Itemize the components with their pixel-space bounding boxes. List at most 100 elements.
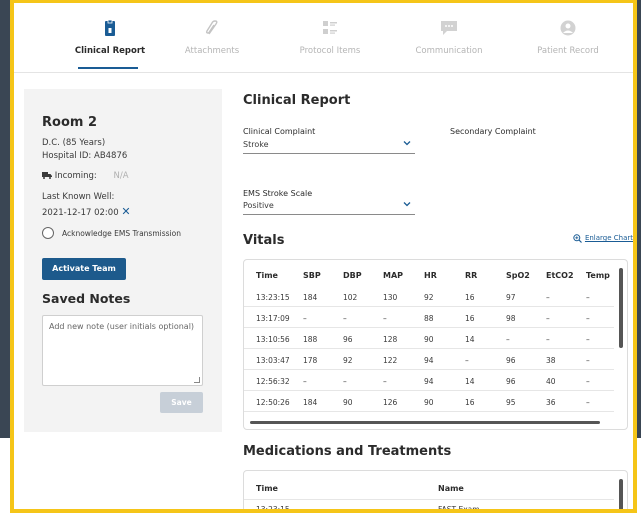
notes-textarea[interactable]: Add new note (user initials optional) [42,315,203,386]
app-frame: Clinical Report Attachments Protocol Ite… [10,0,637,513]
table-row: 12:56:32 – – – 94 14 96 40 – [244,371,614,391]
enlarge-chart-label: Enlarge Chart [584,234,633,242]
resize-handle[interactable] [194,377,200,383]
notes-placeholder: Add new note (user initials optional) [49,322,195,331]
table-cell: – [586,398,590,407]
table-cell: 90 [424,335,434,344]
clinical-report-title: Clinical Report [243,93,351,108]
table-cell: – [303,314,307,323]
column-header: Temp [586,271,610,280]
enlarge-chart-link[interactable]: Enlarge Chart [573,234,633,243]
last-known-well-row: 2021-12-17 02:00 ✕ [42,205,131,218]
table-cell: 92 [343,356,353,365]
active-tab-indicator [78,67,138,69]
ems-scale-label: EMS Stroke Scale [243,189,313,198]
column-header: SpO2 [506,271,530,280]
clipboard-icon [105,20,115,36]
table-cell: 126 [383,398,398,407]
vitals-table: Time SBP DBP MAP HR RR SpO2 EtCO2 Temp 1… [243,259,628,430]
table-cell: – [303,377,307,386]
paperclip-icon [205,20,218,35]
complaint-value: Stroke [243,140,269,149]
table-cell: 16 [465,398,475,407]
table-cell: 12:56:32 [256,377,290,386]
table-cell: 14 [465,377,475,386]
vertical-scrollbar[interactable] [619,268,623,348]
column-header: HR [424,271,437,280]
table-cell: 88 [424,314,434,323]
table-row: 13:17:09 – – – 88 16 98 – – [244,308,614,328]
incoming-value: N/A [113,171,129,181]
table-cell: 128 [383,335,398,344]
column-header: SBP [303,271,321,280]
medication-time: 13:23:15 [256,505,290,513]
chevron-down-icon [403,141,411,146]
table-row: 13:10:56 188 96 128 90 14 – – – [244,329,614,349]
chevron-down-icon [403,202,411,207]
column-header: EtCO2 [546,271,574,280]
table-cell: 184 [303,293,318,302]
column-header: RR [465,271,478,280]
table-cell: 94 [424,377,434,386]
table-cell: 178 [303,356,318,365]
table-cell: 13:03:47 [256,356,290,365]
vertical-scrollbar[interactable] [619,479,623,509]
zoom-in-icon [573,234,582,243]
acknowledge-radio[interactable] [42,227,54,239]
table-row: 13:03:47 178 92 122 94 – 96 38 – [244,350,614,370]
column-header: DBP [343,271,362,280]
table-cell: – [546,335,550,344]
table-cell: 188 [303,335,318,344]
table-cell: 122 [383,356,398,365]
column-header: Name [438,484,464,493]
table-cell: 36 [546,398,556,407]
table-cell: 13:23:15 [256,293,290,302]
ambulance-icon [42,172,52,179]
table-cell: 130 [383,293,398,302]
ems-scale-value: Positive [243,201,274,210]
hospital-id: Hospital ID: AB4876 [42,151,128,161]
table-cell: 16 [465,293,475,302]
table-cell: – [343,314,347,323]
column-header: Time [256,484,278,493]
table-cell: 90 [424,398,434,407]
incoming-label: Incoming: [54,171,97,181]
table-cell: 96 [506,356,516,365]
secondary-complaint-label: Secondary Complaint [450,127,536,136]
table-row: 13:23:15 184 102 130 92 16 97 – – [244,287,614,307]
table-cell: – [383,314,387,323]
divider [244,499,614,500]
clear-icon[interactable]: ✕ [121,205,130,218]
activate-team-button[interactable]: Activate Team [42,258,126,280]
table-cell: – [343,377,347,386]
vitals-header-row: Time SBP DBP MAP HR RR SpO2 EtCO2 Temp [244,265,614,285]
table-cell: – [383,377,387,386]
table-cell: 38 [546,356,556,365]
table-cell: 90 [343,398,353,407]
incoming-row: Incoming: N/A [42,171,129,181]
table-cell: 94 [424,356,434,365]
column-header: Time [256,271,278,280]
horizontal-scrollbar[interactable] [250,421,600,424]
ems-scale-select[interactable]: Positive [243,201,415,215]
table-cell: – [506,335,510,344]
save-button[interactable]: Save [160,392,203,413]
medications-table: Time Name 13:23:15 FAST Exam [243,470,628,513]
table-cell: – [546,293,550,302]
table-cell: 12:50:26 [256,398,290,407]
table-cell: 13:10:56 [256,335,290,344]
complaint-select[interactable]: Stroke [243,140,415,154]
table-cell: 102 [343,293,358,302]
table-cell: – [586,377,590,386]
table-cell: – [586,293,590,302]
room-title: Room 2 [42,115,97,130]
table-cell: 14 [465,335,475,344]
table-cell: – [586,356,590,365]
table-cell: 184 [303,398,318,407]
table-cell: – [586,335,590,344]
table-cell: 96 [506,377,516,386]
complaint-label: Clinical Complaint [243,127,316,136]
table-cell: 16 [465,314,475,323]
medications-title: Medications and Treatments [243,444,452,459]
patient-panel: Room 2 D.C. (85 Years) Hospital ID: AB48… [24,89,222,432]
